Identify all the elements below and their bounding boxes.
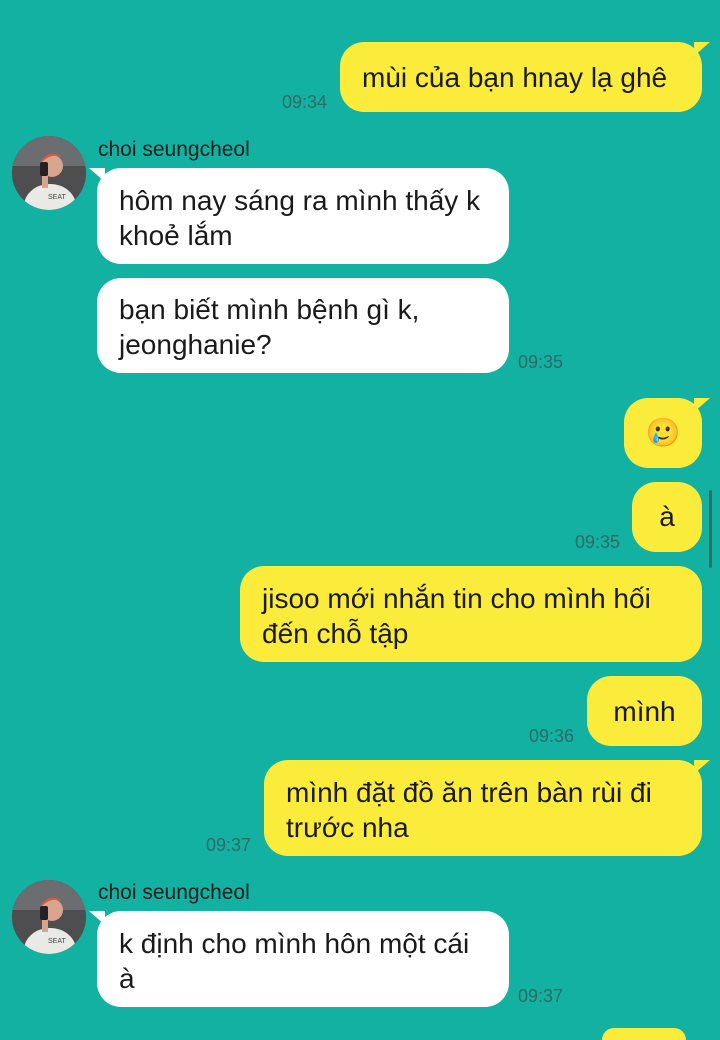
message-timestamp: 09:35: [575, 532, 621, 552]
message-text: mình: [613, 696, 676, 727]
user-avatar-photo-icon: SEAT: [12, 880, 86, 954]
message-bubble-outgoing[interactable]: mình đặt đồ ăn trên bàn rùi đi trước nha: [264, 760, 710, 856]
contact-avatar[interactable]: SEAT: [12, 136, 86, 210]
message-bubble-incoming[interactable]: hôm nay sáng ra mình thấy k khoẻ lắm: [89, 168, 509, 264]
message-text: bạn biết mình bệnh gì k, jeonghanie?: [119, 294, 420, 360]
message-text: à: [659, 501, 675, 532]
message-bubble-incoming[interactable]: k định cho mình hôn một cái à: [89, 911, 509, 1007]
message-bubble-incoming[interactable]: bạn biết mình bệnh gì k, jeonghanie?: [97, 278, 509, 373]
message-timestamp: 09:35: [518, 352, 564, 372]
message-timestamp: 09:37: [518, 986, 564, 1006]
svg-text:SEAT: SEAT: [48, 194, 66, 201]
message-bubble-outgoing[interactable]: jisoo mới nhắn tin cho mình hối đến chỗ …: [240, 566, 702, 662]
message-bubble-outgoing[interactable]: 🥲: [624, 398, 710, 468]
contact-avatar[interactable]: SEAT: [12, 880, 86, 954]
message-text: jisoo mới nhắn tin cho mình hối đến chỗ …: [262, 583, 651, 649]
message-bubble-outgoing[interactable]: à: [632, 482, 702, 552]
svg-text:SEAT: SEAT: [48, 938, 66, 945]
message-timestamp: 09:37: [206, 835, 252, 855]
user-avatar-photo-icon: SEAT: [12, 136, 86, 210]
message-text: mùi của bạn hnay lạ ghê: [362, 62, 668, 93]
scrollbar[interactable]: [709, 490, 712, 568]
message-bubble-outgoing[interactable]: mùi của bạn hnay lạ ghê: [340, 42, 710, 112]
contact-name[interactable]: choi seungcheol: [98, 138, 250, 162]
smiling-face-with-tear-icon: 🥲: [645, 417, 681, 448]
message-bubble-outgoing[interactable]: mình: [587, 676, 702, 746]
message-text: hôm nay sáng ra mình thấy k khoẻ lắm: [119, 185, 481, 251]
message-bubble-outgoing-partial[interactable]: [602, 1028, 686, 1040]
message-timestamp: 09:36: [529, 726, 575, 746]
contact-name[interactable]: choi seungcheol: [98, 881, 250, 905]
message-timestamp: 09:34: [282, 92, 328, 112]
message-text: mình đặt đồ ăn trên bàn rùi đi trước nha: [286, 777, 652, 843]
message-text: k định cho mình hôn một cái à: [119, 928, 470, 994]
